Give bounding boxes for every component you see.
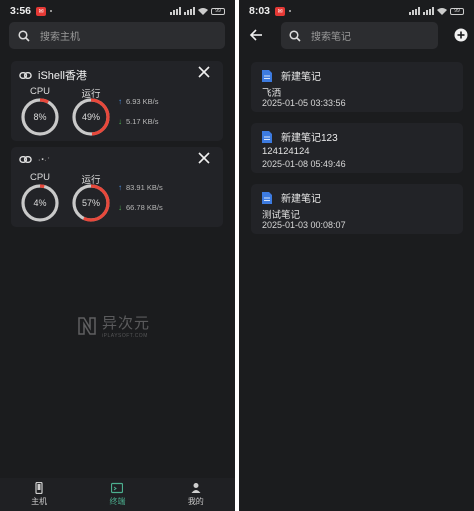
signal-icon (184, 7, 195, 15)
notes-screen: 8:03 ✉ 99 搜索笔记 新建笔记 飞洒 2025-01-05 03:33:… (239, 0, 474, 511)
nav-label: 主机 (31, 497, 48, 506)
nav-label: 我的 (187, 497, 204, 506)
dot-icon (289, 10, 292, 12)
status-bar: 3:56 ✉ 99 (0, 0, 235, 22)
watermark-subtext: iPLAYSOFT.COM (102, 333, 148, 339)
signal-icon (170, 7, 181, 15)
terminal-icon (111, 482, 124, 494)
note-date: 2025-01-05 03:33:56 (262, 98, 346, 108)
upload-speed: ↑ 83.91 KB/s (118, 183, 163, 192)
person-icon (191, 483, 201, 493)
notification-badge-icon: ✉ (275, 6, 286, 16)
server-card-header: iShell香港 (19, 67, 87, 83)
watermark-logo-icon (78, 316, 96, 335)
signal-icon (423, 7, 434, 15)
search-icon (289, 29, 301, 42)
note-title-row: 新建笔记123 (262, 129, 338, 144)
upload-speed: ↑ 6.93 KB/s (118, 97, 159, 106)
signal-icon (409, 7, 420, 15)
status-time: 8:03 (249, 5, 271, 17)
note-title: 新建笔记 (281, 72, 321, 83)
nav-item-host[interactable]: 主机 (0, 478, 78, 511)
watermark-text: 异次元 (102, 315, 151, 332)
cpu-label: CPU (29, 86, 51, 97)
link-icon (19, 156, 32, 163)
cpu-value: 8% (33, 112, 47, 122)
server-name: iShell香港 (38, 70, 87, 82)
note-title-row: 新建笔记 (262, 68, 321, 83)
dot-icon (50, 10, 53, 12)
note-body: 124124124 (262, 146, 310, 157)
download-value: 5.17 KB/s (126, 117, 159, 126)
close-icon[interactable] (198, 66, 210, 78)
status-time: 3:56 (10, 5, 32, 17)
server-card[interactable]: CPU 4% 运行 57% ↑ 83.91 KB/s ↓ 66.78 KB/s (11, 147, 223, 227)
note-title-row: 新建笔记 (262, 190, 321, 205)
note-date: 2025-01-03 00:08:07 (262, 220, 346, 230)
arrow-down-icon: ↓ (118, 117, 122, 126)
note-card[interactable]: 新建笔记123 124124124 2025-01-08 05:49:46 (251, 123, 463, 173)
note-body: 测试笔记 (262, 210, 301, 221)
notification-badge-icon: ✉ (36, 6, 47, 16)
battery-icon: 99 (450, 7, 464, 15)
battery-icon: 99 (211, 7, 225, 15)
status-icons: 99 (409, 7, 464, 15)
cpu-label: CPU (29, 172, 51, 183)
server-card[interactable]: iShell香港 CPU 8% 运行 49% ↑ 6.93 KB/s ↓ 5.17 … (11, 61, 223, 141)
back-arrow-icon[interactable] (249, 28, 263, 42)
close-icon[interactable] (198, 152, 210, 164)
note-card[interactable]: 新建笔记 飞洒 2025-01-05 03:33:56 (251, 62, 463, 112)
search-input[interactable]: 搜索笔记 (281, 22, 438, 49)
upload-value: 83.91 KB/s (126, 183, 163, 192)
note-card[interactable]: 新建笔记 测试笔记 2025-01-03 00:08:07 (251, 184, 463, 234)
download-speed: ↓ 66.78 KB/s (118, 203, 163, 212)
cpu-value: 4% (33, 198, 47, 208)
nav-label: 终端 (109, 497, 126, 506)
nav-item-terminal[interactable]: 终端 (78, 478, 156, 511)
note-title: 新建笔记123 (281, 133, 338, 144)
status-icons: 99 (170, 7, 225, 15)
host-list-screen: 3:56 ✉ 99 搜索主机 iShell香港 CPU 8% 运行 49% ↑ 6… (0, 0, 235, 511)
wifi-icon (437, 8, 447, 15)
search-placeholder: 搜索主机 (40, 32, 80, 43)
download-value: 66.78 KB/s (126, 203, 163, 212)
phone-icon (35, 482, 43, 494)
download-speed: ↓ 5.17 KB/s (118, 117, 159, 126)
search-input[interactable]: 搜索主机 (9, 22, 225, 49)
arrow-up-icon: ↑ (118, 183, 122, 192)
upload-value: 6.93 KB/s (126, 97, 159, 106)
arrow-up-icon: ↑ (118, 97, 122, 106)
search-placeholder: 搜索笔记 (311, 32, 351, 43)
run-value: 49% (81, 112, 100, 122)
document-icon (262, 69, 272, 82)
note-date: 2025-01-08 05:49:46 (262, 159, 346, 169)
link-icon (19, 71, 32, 79)
run-value: 57% (81, 198, 100, 208)
document-icon (262, 191, 272, 204)
server-card-header (19, 153, 57, 166)
note-title: 新建笔记 (281, 194, 321, 205)
status-bar: 8:03 ✉ 99 (239, 0, 474, 22)
document-icon (262, 130, 272, 143)
nav-item-mine[interactable]: 我的 (157, 478, 235, 511)
bottom-nav: 主机 终端 我的 (0, 478, 235, 511)
arrow-down-icon: ↓ (118, 203, 122, 212)
search-icon (18, 29, 30, 42)
note-body: 飞洒 (262, 88, 282, 99)
wifi-icon (198, 8, 208, 15)
watermark: 异次元 iPLAYSOFT.COM (76, 312, 150, 339)
add-note-button[interactable] (454, 28, 468, 42)
redacted-name-icon (38, 157, 50, 162)
